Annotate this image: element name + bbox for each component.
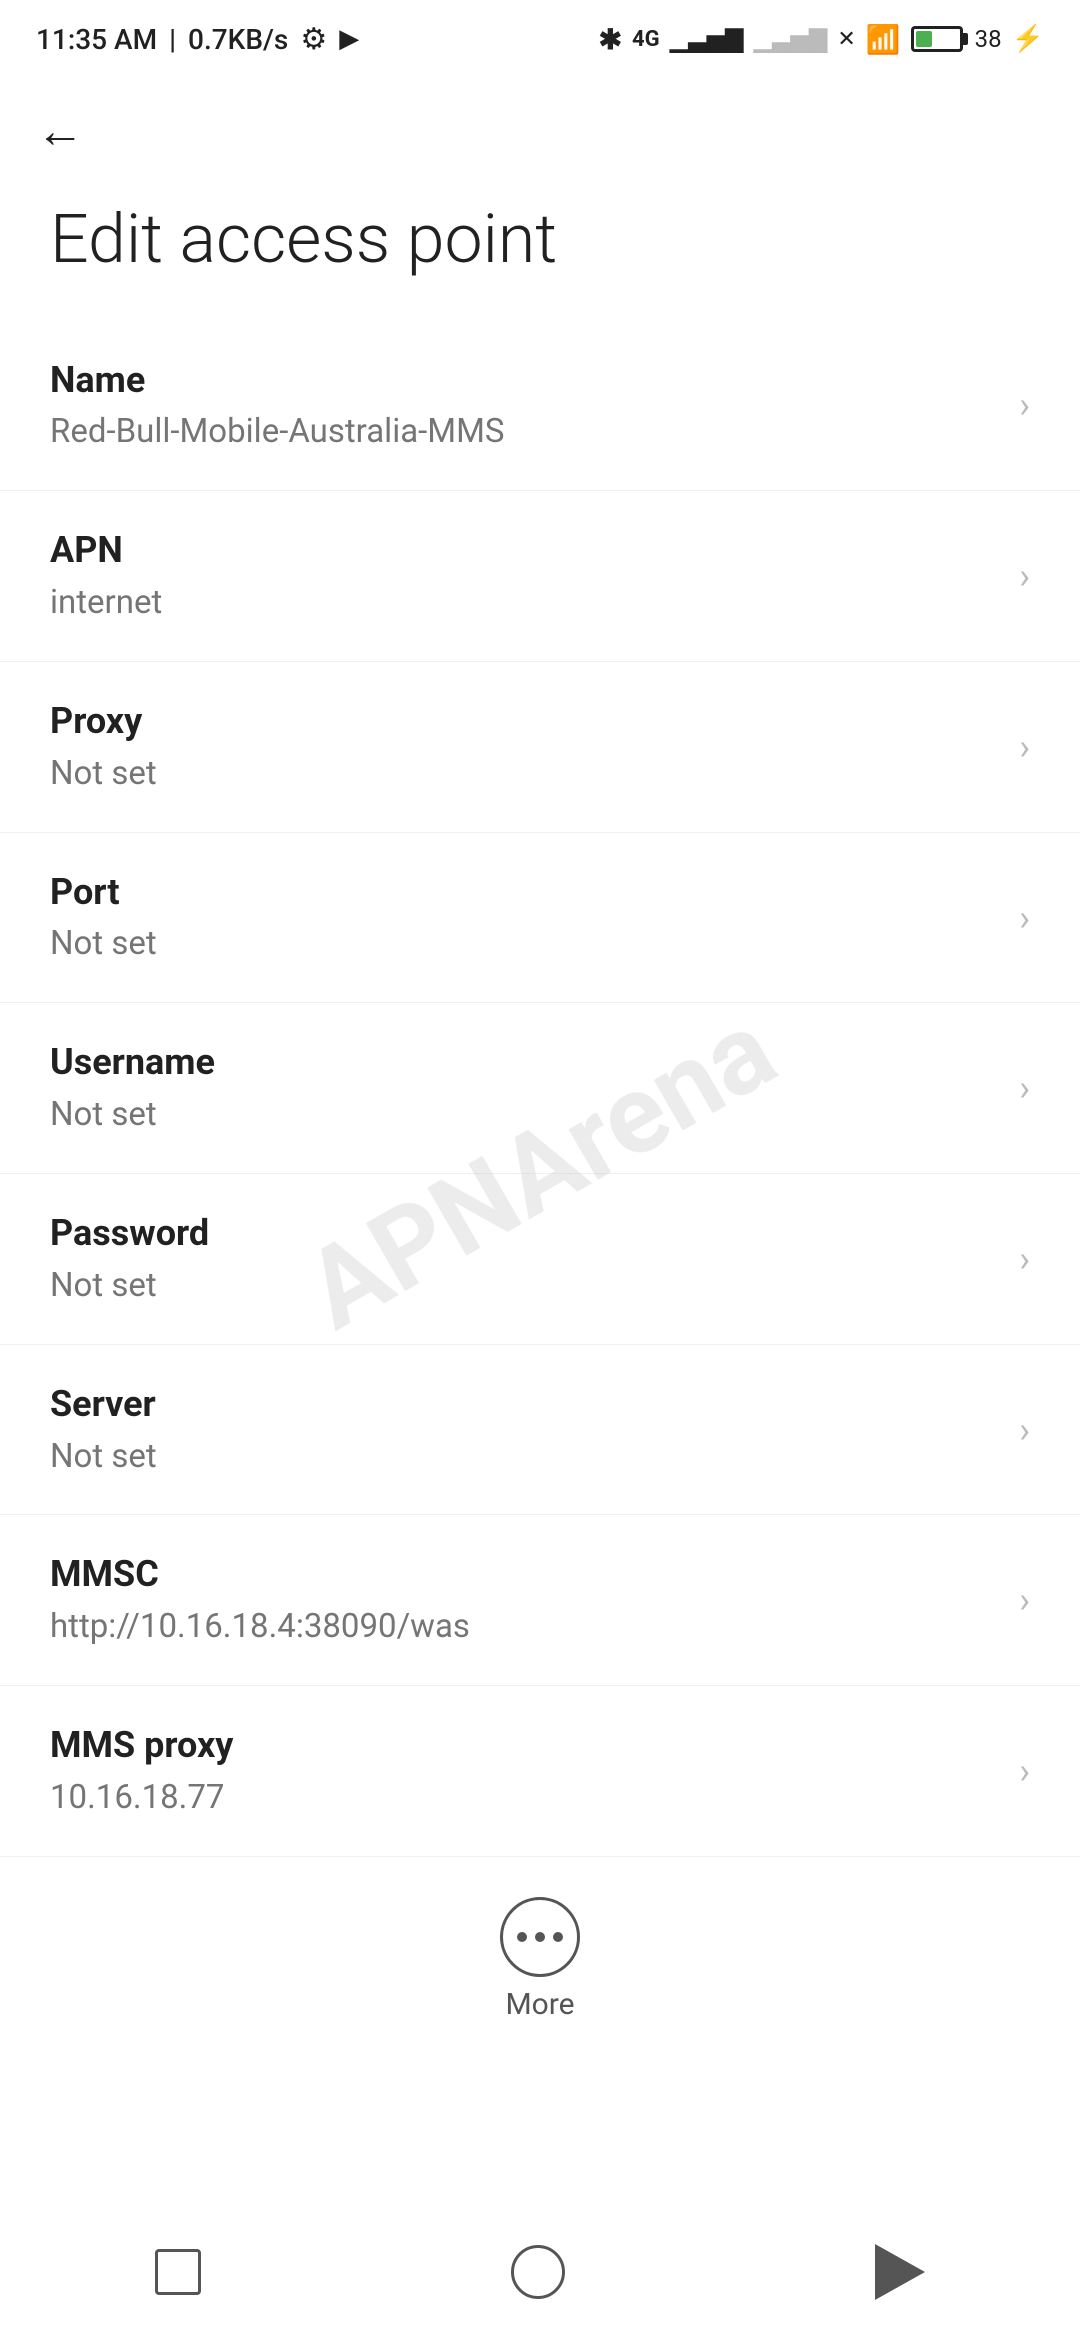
settings-item-mmsc-content: MMSC http://10.16.18.4:38090/was — [50, 1551, 999, 1649]
chevron-icon-server: › — [1019, 1409, 1030, 1451]
battery-percent: 38 — [975, 25, 1002, 53]
nav-home-button[interactable] — [511, 2245, 565, 2299]
signal-cross-icon: ✕ — [837, 27, 855, 52]
back-button[interactable]: ← — [36, 102, 84, 159]
settings-item-password-value: Not set — [50, 1265, 999, 1308]
settings-item-password-label: Password — [50, 1210, 999, 1257]
settings-item-mms-proxy-content: MMS proxy 10.16.18.77 — [50, 1722, 999, 1820]
wifi-icon: 📶 — [866, 23, 901, 56]
back-button-area[interactable]: ← — [0, 72, 1080, 179]
chevron-icon-username: › — [1019, 1067, 1030, 1109]
nav-recent-apps-button[interactable] — [155, 2249, 201, 2295]
settings-list: Name Red-Bull-Mobile-Australia-MMS › APN… — [0, 321, 1080, 1857]
settings-item-password-content: Password Not set — [50, 1210, 999, 1308]
nav-back-button[interactable] — [875, 2244, 925, 2300]
settings-item-password[interactable]: Password Not set › — [0, 1174, 1080, 1345]
settings-item-server-label: Server — [50, 1381, 999, 1428]
bottom-more-area: More — [0, 1857, 1080, 2052]
signal-bars-icon: ▁▃▅▇ — [670, 25, 744, 53]
settings-item-port-value: Not set — [50, 923, 999, 966]
dot-3 — [553, 1932, 563, 1942]
nav-bar — [0, 2214, 1080, 2340]
settings-item-proxy-content: Proxy Not set — [50, 698, 999, 796]
settings-item-server-content: Server Not set — [50, 1381, 999, 1479]
settings-item-mmsc-value: http://10.16.18.4:38090/was — [50, 1606, 999, 1649]
battery-indicator: 38 — [911, 25, 1002, 53]
settings-item-apn[interactable]: APN internet › — [0, 491, 1080, 662]
page-title: Edit access point — [0, 179, 1080, 321]
settings-item-mms-proxy[interactable]: MMS proxy 10.16.18.77 › — [0, 1686, 1080, 1857]
settings-item-name-value: Red-Bull-Mobile-Australia-MMS — [50, 411, 999, 454]
network-4g-icon: 4G — [632, 27, 660, 52]
settings-item-name-content: Name Red-Bull-Mobile-Australia-MMS — [50, 357, 999, 455]
status-bar: 11:35 AM | 0.7KB/s ⚙ ▶ ✱ 4G ▁▃▅▇ ▁▃▅▇ ✕ … — [0, 0, 1080, 72]
settings-item-proxy-label: Proxy — [50, 698, 999, 745]
settings-item-proxy[interactable]: Proxy Not set › — [0, 662, 1080, 833]
settings-item-name[interactable]: Name Red-Bull-Mobile-Australia-MMS › — [0, 321, 1080, 492]
status-bar-left: 11:35 AM | 0.7KB/s ⚙ ▶ — [36, 22, 359, 57]
status-bar-right: ✱ 4G ▁▃▅▇ ▁▃▅▇ ✕ 📶 38 ⚡ — [599, 23, 1044, 56]
chevron-icon-proxy: › — [1019, 726, 1030, 768]
chevron-icon-mmsc: › — [1019, 1579, 1030, 1621]
settings-item-username-content: Username Not set — [50, 1039, 999, 1137]
settings-item-apn-content: APN internet — [50, 527, 999, 625]
settings-item-mmsc-label: MMSC — [50, 1551, 999, 1598]
bottom-spacer — [0, 2052, 1080, 2212]
chevron-icon-port: › — [1019, 897, 1030, 939]
video-icon: ▶ — [339, 24, 359, 54]
settings-item-username[interactable]: Username Not set › — [0, 1003, 1080, 1174]
settings-item-mmsc[interactable]: MMSC http://10.16.18.4:38090/was › — [0, 1515, 1080, 1686]
dot-1 — [517, 1932, 527, 1942]
settings-item-proxy-value: Not set — [50, 753, 999, 796]
battery-fill — [916, 31, 932, 47]
settings-item-port[interactable]: Port Not set › — [0, 833, 1080, 1004]
settings-item-server[interactable]: Server Not set › — [0, 1345, 1080, 1516]
chevron-icon-password: › — [1019, 1238, 1030, 1280]
settings-item-name-label: Name — [50, 357, 999, 404]
battery-box — [911, 26, 963, 52]
more-button[interactable] — [500, 1897, 580, 1977]
signal-bars2-icon: ▁▃▅▇ — [754, 25, 828, 53]
time-display: 11:35 AM — [36, 23, 157, 56]
settings-item-username-value: Not set — [50, 1094, 999, 1137]
settings-item-username-label: Username — [50, 1039, 999, 1086]
chevron-icon-name: › — [1019, 384, 1030, 426]
chevron-icon-apn: › — [1019, 555, 1030, 597]
charging-icon: ⚡ — [1012, 24, 1044, 54]
settings-icon: ⚙ — [300, 22, 327, 57]
more-label: More — [505, 1987, 574, 2022]
network-speed: 0.7KB/s — [188, 23, 288, 56]
settings-item-port-label: Port — [50, 869, 999, 916]
settings-item-apn-value: internet — [50, 582, 999, 625]
chevron-icon-mms-proxy: › — [1019, 1750, 1030, 1792]
dot-2 — [535, 1932, 545, 1942]
speed-display: | — [169, 23, 176, 56]
settings-item-server-value: Not set — [50, 1436, 999, 1479]
settings-item-mms-proxy-value: 10.16.18.77 — [50, 1777, 999, 1820]
bluetooth-icon: ✱ — [599, 23, 622, 56]
settings-item-port-content: Port Not set — [50, 869, 999, 967]
more-dots-icon — [517, 1932, 563, 1942]
settings-item-mms-proxy-label: MMS proxy — [50, 1722, 999, 1769]
settings-item-apn-label: APN — [50, 527, 999, 574]
